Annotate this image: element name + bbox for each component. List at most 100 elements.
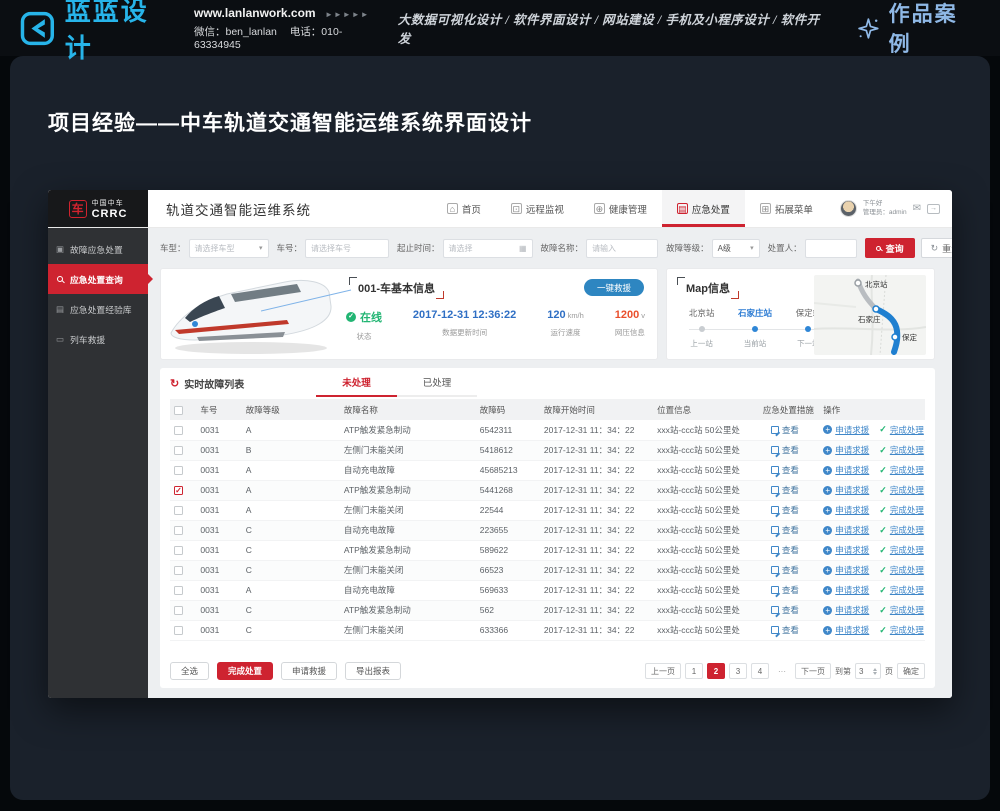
reset-button[interactable]: ↻ 重置: [921, 238, 952, 258]
view-link[interactable]: 查看: [771, 464, 799, 476]
handler-input[interactable]: [805, 239, 857, 258]
reset-icon: ↻: [931, 243, 939, 254]
page-button[interactable]: 1: [685, 663, 703, 679]
view-link[interactable]: 查看: [771, 564, 799, 576]
crrc-emblem-icon: 车: [69, 200, 87, 218]
time-range-input[interactable]: 请选择 ▦: [443, 239, 533, 258]
request-rescue-link[interactable]: +申请求援: [823, 424, 869, 436]
route-map-image[interactable]: 北京站 石家庄 保定: [814, 275, 926, 355]
next-station-dot: [805, 326, 811, 332]
complete-handle-button[interactable]: 完成处置: [217, 662, 273, 680]
home-icon: ⌂: [447, 203, 458, 214]
request-rescue-link[interactable]: +申请求援: [823, 604, 869, 616]
table-section-title: ↻ 实时故障列表: [170, 376, 244, 397]
page-button[interactable]: 3: [729, 663, 747, 679]
check-icon: ✓: [879, 585, 887, 596]
view-link[interactable]: 查看: [771, 424, 799, 436]
request-rescue-link[interactable]: +申请求援: [823, 584, 869, 596]
page-button[interactable]: ···: [773, 663, 791, 679]
request-rescue-link[interactable]: +申请求援: [823, 624, 869, 636]
select-all-checkbox[interactable]: [174, 406, 183, 415]
complete-link[interactable]: ✓完成处理: [879, 564, 924, 576]
row-checkbox[interactable]: [174, 466, 183, 475]
export-report-button[interactable]: 导出报表: [345, 662, 401, 680]
page-button[interactable]: 2: [707, 663, 725, 679]
portfolio-cases-link[interactable]: 作品案例: [856, 0, 980, 58]
plus-circle-icon: +: [823, 425, 832, 434]
row-checkbox[interactable]: ✓: [174, 486, 183, 495]
mail-icon[interactable]: ✉: [913, 203, 921, 214]
tab-processed[interactable]: 已处理: [397, 375, 478, 397]
site-logo[interactable]: 蓝蓝设计: [20, 0, 176, 65]
complete-link[interactable]: ✓完成处理: [879, 504, 924, 516]
request-rescue-link[interactable]: +申请求援: [823, 484, 869, 496]
nav-item-remote-monitor[interactable]: ⊡ 远程监视: [496, 190, 579, 227]
vehicle-no-input[interactable]: 请选择车号: [305, 239, 389, 258]
row-checkbox[interactable]: [174, 526, 183, 535]
prev-page-button[interactable]: 上一页: [645, 663, 681, 679]
row-checkbox[interactable]: [174, 606, 183, 615]
plus-circle-icon: +: [823, 626, 832, 635]
nav-item-emergency[interactable]: ▤ 应急处置: [662, 190, 745, 227]
request-rescue-link[interactable]: +申请求援: [823, 564, 869, 576]
next-page-button[interactable]: 下一页: [795, 663, 831, 679]
view-link[interactable]: 查看: [771, 604, 799, 616]
table-row: 0031 C 自动充电故障 223655 2017-12-31 11：34：22…: [170, 520, 925, 540]
complete-link[interactable]: ✓完成处理: [879, 584, 924, 596]
stepper-icon[interactable]: [873, 668, 877, 675]
website-url[interactable]: www.lanlanwork.com: [194, 6, 316, 20]
view-link[interactable]: 查看: [771, 504, 799, 516]
plus-circle-icon: +: [823, 546, 832, 555]
page-button[interactable]: 4: [751, 663, 769, 679]
sidebar-item-fault-emergency[interactable]: ▣ 故障应急处置: [48, 234, 148, 264]
row-checkbox[interactable]: [174, 566, 183, 575]
nav-item-extend-menu[interactable]: ⊞ 拓展菜单: [745, 190, 828, 227]
view-link[interactable]: 查看: [771, 624, 799, 636]
tab-unprocessed[interactable]: 未处理: [316, 375, 397, 397]
one-key-rescue-button[interactable]: 一键救援: [584, 279, 644, 296]
request-rescue-link[interactable]: +申请求援: [823, 504, 869, 516]
row-checkbox[interactable]: [174, 426, 183, 435]
complete-link[interactable]: ✓完成处理: [879, 604, 924, 616]
nav-item-home[interactable]: ⌂ 首页: [432, 190, 496, 227]
complete-link[interactable]: ✓完成处理: [879, 444, 924, 456]
vehicle-type-select[interactable]: 请选择车型 ▾: [189, 239, 269, 258]
row-checkbox[interactable]: [174, 546, 183, 555]
request-rescue-link[interactable]: +申请求援: [823, 524, 869, 536]
sidebar-item-experience-library[interactable]: ▤ 应急处置经验库: [48, 294, 148, 324]
sidebar-item-train-rescue[interactable]: ▭ 列车救援: [48, 324, 148, 354]
fault-name-input[interactable]: 请输入: [586, 239, 658, 258]
row-checkbox[interactable]: [174, 506, 183, 515]
nav-item-health[interactable]: ⊕ 健康管理: [579, 190, 662, 227]
row-checkbox[interactable]: [174, 586, 183, 595]
complete-link[interactable]: ✓完成处理: [879, 524, 924, 536]
complete-link[interactable]: ✓完成处理: [879, 544, 924, 556]
fault-level-select[interactable]: A级 ▾: [712, 239, 760, 258]
plus-circle-icon: +: [823, 526, 832, 535]
complete-link[interactable]: ✓完成处理: [879, 464, 924, 476]
logout-icon[interactable]: →: [927, 204, 940, 214]
request-rescue-link[interactable]: +申请求援: [823, 464, 869, 476]
goto-page-input[interactable]: 3: [855, 663, 881, 679]
search-button[interactable]: 查询: [865, 238, 915, 258]
avatar[interactable]: [840, 200, 857, 217]
view-link[interactable]: 查看: [771, 544, 799, 556]
view-link[interactable]: 查看: [771, 584, 799, 596]
complete-link[interactable]: ✓完成处理: [879, 484, 924, 496]
view-link[interactable]: 查看: [771, 444, 799, 456]
select-all-button[interactable]: 全选: [170, 662, 209, 680]
document-icon: [771, 486, 779, 494]
confirm-page-button[interactable]: 确定: [897, 663, 925, 679]
check-icon: ✓: [879, 424, 887, 435]
sidebar-item-emergency-query[interactable]: 应急处置查询: [48, 264, 148, 294]
refresh-icon[interactable]: ↻: [170, 377, 179, 390]
view-link[interactable]: 查看: [771, 484, 799, 496]
request-rescue-link[interactable]: +申请求援: [823, 444, 869, 456]
request-rescue-link[interactable]: +申请求援: [823, 544, 869, 556]
view-link[interactable]: 查看: [771, 524, 799, 536]
complete-link[interactable]: ✓完成处理: [879, 424, 924, 436]
request-rescue-button[interactable]: 申请救援: [281, 662, 337, 680]
complete-link[interactable]: ✓完成处理: [879, 624, 924, 636]
row-checkbox[interactable]: [174, 446, 183, 455]
row-checkbox[interactable]: [174, 626, 183, 635]
